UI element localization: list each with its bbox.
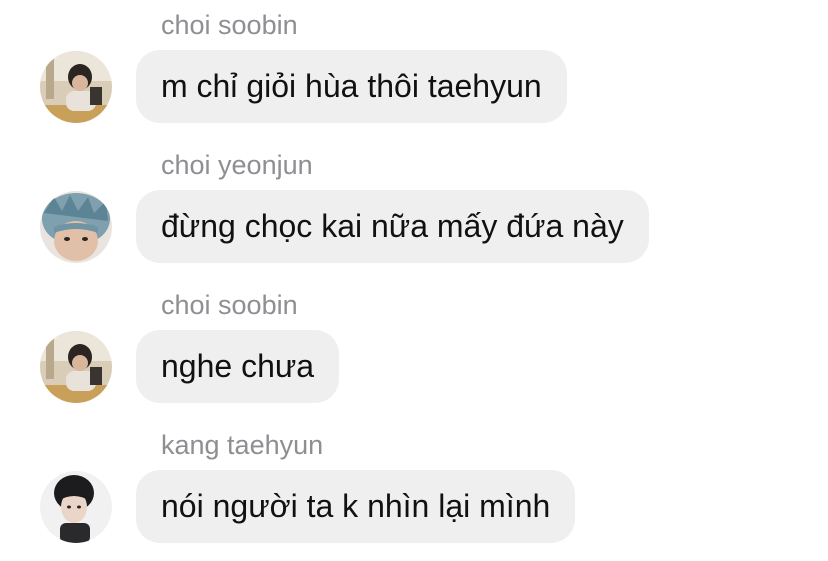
message-bubble[interactable]: nghe chưa [136,330,340,403]
message-bubble[interactable]: đừng chọc kai nữa mấy đứa này [136,190,649,263]
message-bubble[interactable]: m chỉ giỏi hùa thôi taehyun [136,50,567,123]
taehyun-avatar[interactable] [40,471,112,543]
soobin-avatar[interactable] [40,51,112,123]
sender-name[interactable]: kang taehyun [161,430,323,460]
yeonjun-avatar[interactable] [40,191,112,263]
soobin-avatar[interactable] [40,331,112,403]
sender-name[interactable]: choi soobin [161,10,298,40]
sender-name[interactable]: choi yeonjun [161,150,313,180]
sender-name[interactable]: choi soobin [161,290,298,320]
message-bubble[interactable]: nói người ta k nhìn lại mình [136,470,576,543]
